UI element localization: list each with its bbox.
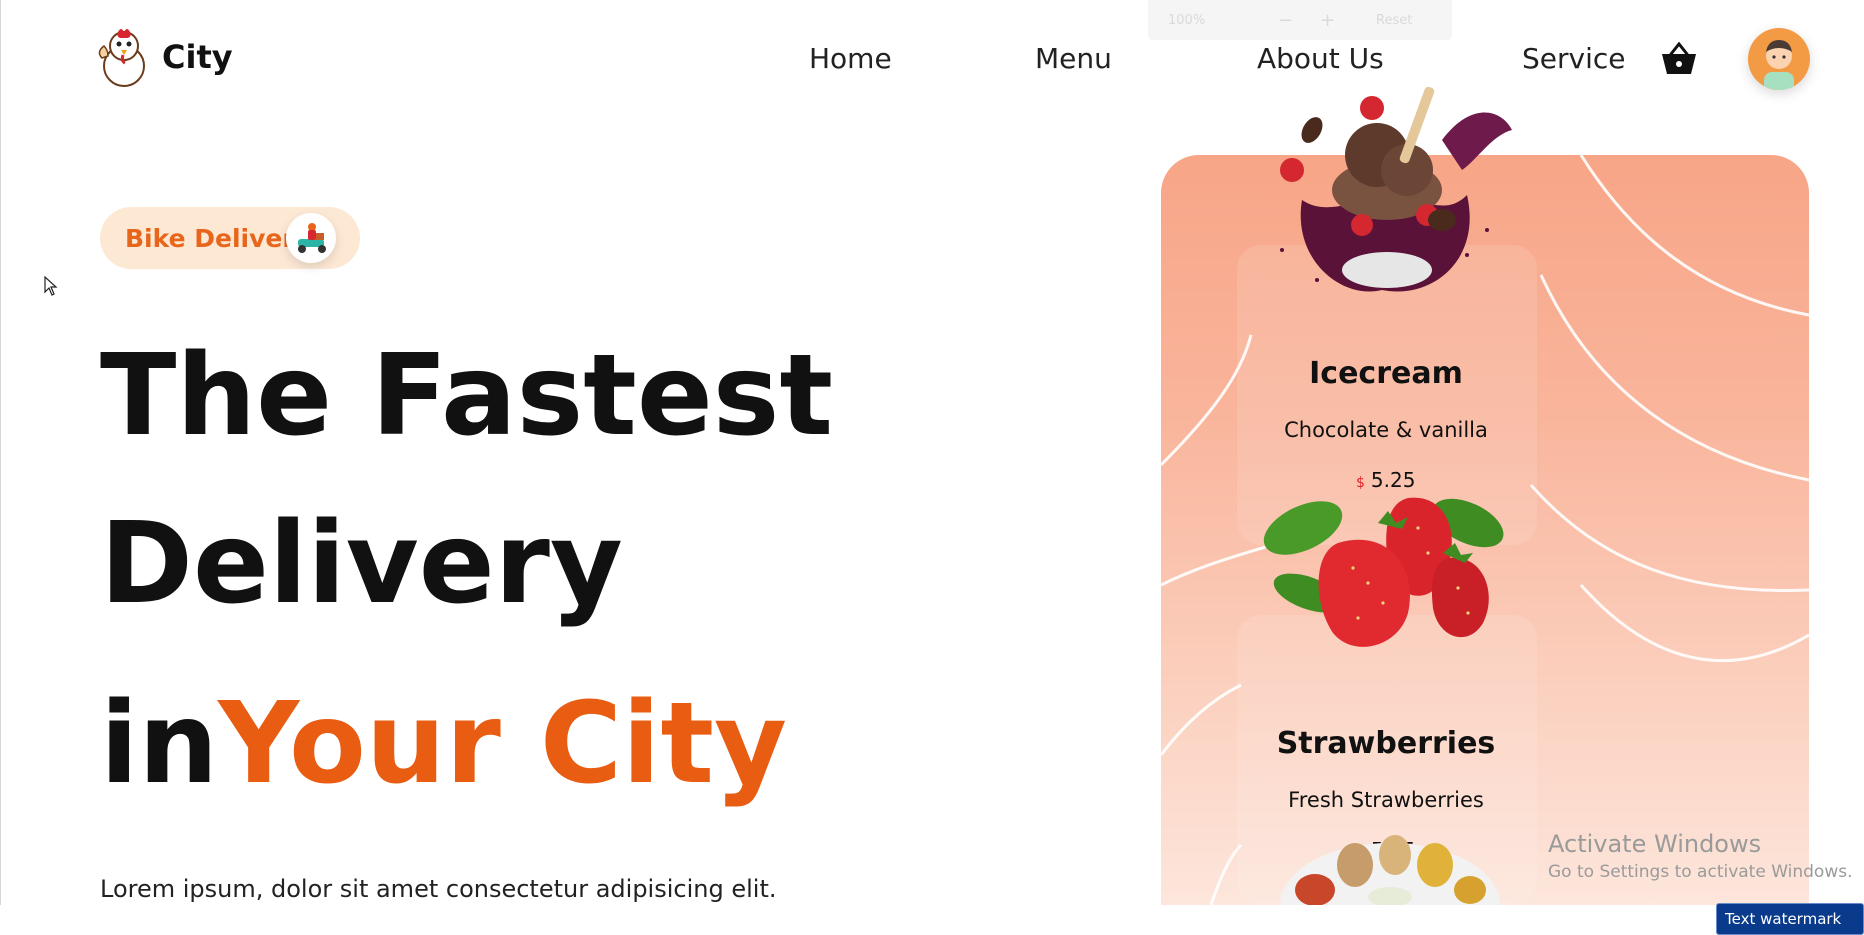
- nav-service[interactable]: Service: [1522, 42, 1625, 75]
- menu-item-desc-2: Fresh Strawberries: [1288, 788, 1484, 812]
- user-avatar[interactable]: [1748, 28, 1810, 90]
- hero-description: Lorem ipsum, dolor sit amet consectetur …: [100, 875, 777, 903]
- zoom-out-button[interactable]: −: [1278, 10, 1293, 31]
- cursor-icon: [44, 276, 58, 296]
- zoom-toolbar: 100% − + Reset: [1148, 0, 1452, 40]
- bike-delivery-badge: Bike Delivery: [100, 207, 360, 269]
- scooter-icon-wrap: [286, 213, 336, 263]
- icecream-image: [1280, 86, 1512, 292]
- nav-home[interactable]: Home: [809, 42, 892, 75]
- headline-accent: Your City: [218, 679, 787, 809]
- headline-line-3: inYour City: [100, 688, 787, 800]
- strawberries-image: [1263, 497, 1504, 647]
- zoom-reset-button[interactable]: Reset: [1376, 13, 1412, 28]
- brand-name: City: [162, 38, 233, 76]
- windows-activation-notice: Activate Windows Go to Settings to activ…: [1548, 830, 1853, 882]
- basket-icon[interactable]: [1660, 42, 1698, 76]
- headline-line-2: Delivery: [100, 499, 623, 629]
- zoom-level: 100%: [1168, 12, 1206, 28]
- chicken-logo-icon: [98, 29, 145, 87]
- zoom-in-button[interactable]: +: [1320, 10, 1335, 31]
- menu-item-name-1: Icecream: [1309, 356, 1463, 391]
- chicken-plate-image: [1280, 835, 1500, 905]
- menu-item-desc-1: Chocolate & vanilla: [1284, 418, 1488, 442]
- nav-menu[interactable]: Menu: [1035, 42, 1112, 75]
- brand-logo[interactable]: City: [96, 26, 233, 88]
- page-left-edge: [0, 0, 1, 905]
- headline-line-1: The Fastest: [100, 331, 833, 461]
- text-watermark-button[interactable]: Text watermark: [1716, 903, 1864, 935]
- avatar-icon: [1764, 40, 1794, 90]
- menu-item-name-2: Strawberries: [1276, 726, 1496, 761]
- activation-title: Activate Windows: [1548, 830, 1762, 858]
- page-bottom-band: [0, 905, 1864, 935]
- scooter-icon: [298, 223, 326, 253]
- headline-in: in: [100, 679, 219, 809]
- nav-about-us[interactable]: About Us: [1257, 42, 1384, 75]
- badge-label: Bike Delivery: [125, 224, 311, 253]
- activation-subtitle: Go to Settings to activate Windows.: [1548, 862, 1853, 882]
